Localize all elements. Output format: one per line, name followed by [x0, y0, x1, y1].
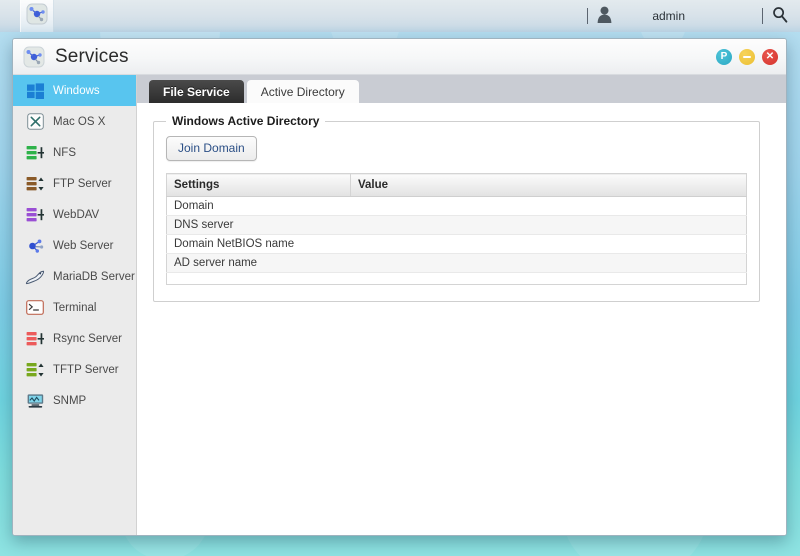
topbar-divider — [587, 8, 589, 24]
sidebar-item-label: TFTP Server — [53, 363, 119, 376]
window-title: Services — [55, 45, 129, 67]
sidebar-item-label: Web Server — [53, 239, 114, 252]
sidebar-item-label: SNMP — [53, 394, 87, 407]
cell-setting: Domain NetBIOS name — [166, 234, 351, 254]
network-nodes-icon — [23, 46, 45, 68]
table-row[interactable]: Domain — [166, 196, 747, 216]
window-controls: P ✕ — [716, 48, 778, 65]
mac-x-icon — [25, 113, 45, 131]
table-row[interactable]: Domain NetBIOS name — [166, 234, 747, 254]
cell-filler — [167, 273, 351, 285]
table-header-row: Settings Value — [166, 173, 747, 197]
sidebar-item-windows[interactable]: Windows — [13, 75, 136, 106]
cell-value — [350, 234, 747, 254]
sidebar-item-rsync-server[interactable]: Rsync Server — [13, 323, 136, 354]
user-silhouette-icon[interactable] — [597, 6, 612, 27]
column-header-value: Value — [350, 173, 747, 197]
mariadb-seal-icon — [25, 268, 45, 286]
pin-icon[interactable]: P — [716, 48, 732, 65]
app-launcher-button[interactable] — [20, 0, 54, 32]
web-server-icon — [25, 237, 45, 255]
nfs-server-icon — [25, 144, 45, 162]
tab-active-directory[interactable]: Active Directory — [246, 80, 359, 103]
sidebar-item-label: WebDAV — [53, 208, 100, 221]
tftp-server-icon — [25, 361, 45, 379]
table-filler-row — [167, 273, 747, 285]
cell-filler — [351, 273, 747, 285]
current-username: admin — [652, 9, 685, 23]
topbar-divider — [762, 8, 763, 24]
sidebar-item-terminal[interactable]: Terminal — [13, 292, 136, 323]
active-directory-settings-table: Settings Value Domain DNS server Domain … — [166, 173, 747, 285]
minimize-icon[interactable] — [739, 48, 755, 65]
cell-value — [350, 196, 747, 216]
sidebar-item-web-server[interactable]: Web Server — [13, 230, 136, 261]
join-domain-button[interactable]: Join Domain — [166, 136, 257, 161]
window-body: Windows Mac OS X NFS FTP Server WebDAV W… — [13, 75, 786, 535]
sidebar-item-snmp[interactable]: SNMP — [13, 385, 136, 416]
cell-value — [350, 215, 747, 235]
rsync-server-icon — [25, 330, 45, 348]
services-sidebar: Windows Mac OS X NFS FTP Server WebDAV W… — [13, 75, 137, 535]
sidebar-item-label: Terminal — [53, 301, 97, 314]
webdav-server-icon — [25, 206, 45, 224]
ftp-server-icon — [25, 175, 45, 193]
tab-strip: File Service Active Directory — [137, 75, 786, 103]
services-window: Services P ✕ Windows Mac OS X NFS FTP Se… — [12, 38, 787, 536]
cell-value — [350, 253, 747, 273]
windows-active-directory-fieldset: Windows Active Directory Join Domain Set… — [153, 114, 760, 302]
table-row[interactable]: DNS server — [166, 215, 747, 235]
terminal-icon — [25, 299, 45, 317]
sidebar-item-label: FTP Server — [53, 177, 112, 190]
sidebar-item-ftp-server[interactable]: FTP Server — [13, 168, 136, 199]
window-titlebar[interactable]: Services P ✕ — [13, 39, 786, 75]
sidebar-item-nfs[interactable]: NFS — [13, 137, 136, 168]
close-icon[interactable]: ✕ — [762, 48, 778, 65]
sidebar-item-tftp-server[interactable]: TFTP Server — [13, 354, 136, 385]
snmp-monitor-icon — [25, 392, 45, 410]
sidebar-item-label: Windows — [53, 84, 100, 97]
sidebar-item-webdav[interactable]: WebDAV — [13, 199, 136, 230]
sidebar-item-label: Mac OS X — [53, 115, 106, 128]
sidebar-item-mac-os-x[interactable]: Mac OS X — [13, 106, 136, 137]
sidebar-item-label: Rsync Server — [53, 332, 123, 345]
cell-setting: DNS server — [166, 215, 351, 235]
topbar-right-cluster: admin — [578, 0, 800, 32]
column-header-settings: Settings — [166, 173, 351, 197]
sidebar-item-mariadb-server[interactable]: MariaDB Server — [13, 261, 136, 292]
sidebar-item-label: NFS — [53, 146, 76, 159]
network-nodes-icon — [26, 3, 48, 30]
windows-logo-icon — [25, 82, 45, 100]
cell-setting: AD server name — [166, 253, 351, 273]
services-content: File Service Active Directory Windows Ac… — [137, 75, 786, 535]
search-magnifier-icon[interactable] — [772, 6, 788, 26]
fieldset-legend: Windows Active Directory — [166, 114, 326, 128]
cell-setting: Domain — [166, 196, 351, 216]
desktop-topbar: admin — [0, 0, 800, 32]
sidebar-item-label: MariaDB Server — [53, 270, 135, 283]
active-directory-panel: Windows Active Directory Join Domain Set… — [137, 103, 786, 535]
table-row[interactable]: AD server name — [166, 253, 747, 273]
tab-file-service[interactable]: File Service — [149, 80, 244, 103]
